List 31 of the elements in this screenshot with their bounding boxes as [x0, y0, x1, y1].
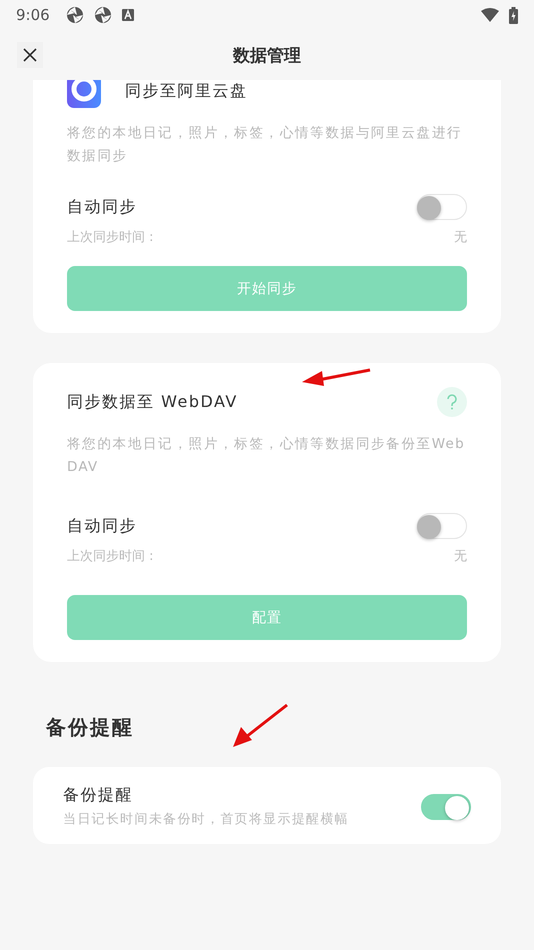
last-sync-value: 无	[454, 548, 467, 565]
toggle-switch[interactable]	[417, 513, 467, 539]
close-icon	[23, 48, 37, 62]
pointer-arrow	[302, 368, 370, 386]
last-sync-label: 上次同步时间 :	[67, 229, 154, 246]
toggle-switch[interactable]	[417, 194, 467, 220]
card-title: 同步至阿里云盘	[125, 80, 248, 102]
keyboard-icon	[122, 9, 134, 21]
pointer-arrow	[233, 704, 288, 747]
aperture-icon	[94, 6, 112, 24]
status-time: 9:06	[16, 6, 50, 24]
page-title: 数据管理	[233, 44, 301, 66]
battery-icon	[509, 6, 518, 24]
close-button[interactable]	[17, 42, 43, 68]
toggle-switch[interactable]	[421, 794, 471, 820]
last-sync-label: 上次同步时间 :	[67, 548, 154, 565]
auto-sync-label: 自动同步	[67, 516, 137, 536]
wifi-icon	[481, 8, 499, 22]
question-mark-icon	[445, 394, 459, 410]
sync-button[interactable]: 开始同步	[67, 266, 467, 311]
card-description: 将您的本地日记，照片，标签，心情等数据同步备份至WebDAV	[67, 435, 466, 477]
backup-description: 当日记长时间未备份时，首页将显示提醒横幅	[63, 811, 350, 828]
section-heading: 备份提醒	[46, 714, 134, 741]
sync-button[interactable]: 配置	[67, 595, 467, 640]
help-icon[interactable]	[437, 387, 467, 417]
aperture-icon	[66, 6, 84, 24]
auto-sync-label: 自动同步	[67, 196, 137, 218]
last-sync-value: 无	[454, 229, 467, 246]
card-title: 同步数据至 WebDAV	[67, 392, 239, 412]
backup-title: 备份提醒	[63, 785, 134, 806]
card-description: 将您的本地日记，照片，标签，心情等数据与阿里云盘进行数据同步	[67, 124, 464, 166]
